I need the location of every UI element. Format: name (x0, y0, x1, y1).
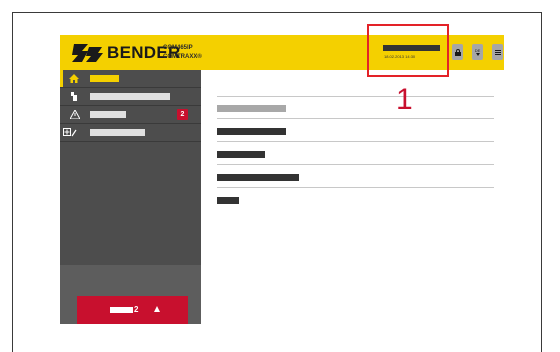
sidebar-item-label (90, 111, 126, 118)
sidebar-item-home[interactable] (60, 70, 201, 87)
alarm-count-badge: 2 (177, 109, 188, 120)
lock-button[interactable] (452, 44, 463, 60)
divider (217, 96, 494, 97)
language-button[interactable]: DE (472, 44, 483, 60)
callout-highlight (367, 24, 449, 77)
menu-button[interactable] (492, 44, 503, 60)
sidebar: 2 (60, 70, 201, 324)
sidebar-item-label (90, 93, 170, 100)
content-row[interactable] (217, 128, 286, 135)
sidebar-item-devices[interactable] (60, 88, 201, 105)
alarm-count: 2 (134, 305, 139, 314)
content-row[interactable] (217, 174, 299, 181)
content-row[interactable] (217, 197, 239, 204)
sidebar-item-label (90, 75, 119, 82)
home-icon (69, 74, 79, 83)
sidebar-item-alarms[interactable]: 2 (60, 106, 201, 123)
alarm-label (110, 307, 133, 313)
device-info: COM465IP COMTRAXX® (163, 44, 202, 62)
device-model: COM465IP (163, 45, 193, 51)
divider (217, 118, 494, 119)
device-name: COMTRAXX® (163, 54, 202, 60)
divider (217, 164, 494, 165)
bender-logo-icon (72, 44, 103, 62)
divider (217, 141, 494, 142)
content-row[interactable] (217, 105, 286, 112)
sidebar-item-tools[interactable] (60, 124, 201, 141)
chevron-down-icon (475, 53, 480, 56)
sidebar-item-label (90, 129, 145, 136)
web-interface: BENDER COM465IP COMTRAXX® 18.02.2013 14:… (60, 35, 504, 324)
alarm-status-button[interactable]: 2 (77, 296, 188, 324)
warning-icon (70, 110, 80, 119)
chevron-up-icon (154, 306, 160, 312)
tools-icon (63, 128, 77, 137)
lock-icon (454, 48, 461, 56)
divider (217, 187, 494, 188)
content-row[interactable] (217, 151, 265, 158)
callout-number: 1 (396, 83, 413, 116)
devices-icon (71, 92, 77, 101)
hamburger-menu-icon (494, 49, 501, 55)
